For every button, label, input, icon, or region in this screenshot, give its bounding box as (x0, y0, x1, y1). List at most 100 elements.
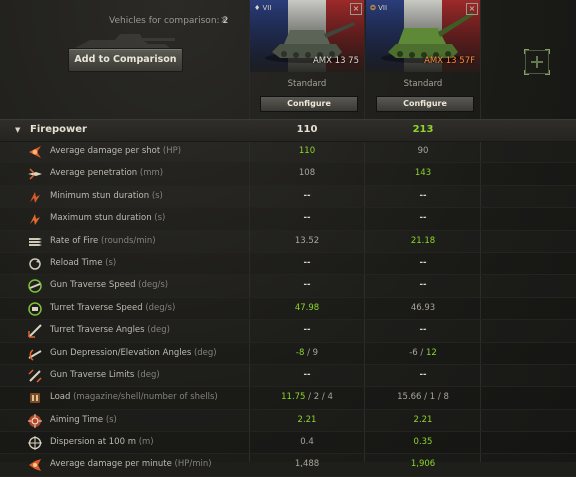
stat-name: Average damage per minute (50, 459, 175, 470)
stat-name: Dispersion at 100 m (50, 437, 139, 448)
stat-value: -- (303, 325, 311, 336)
configure-button[interactable]: Configure (260, 96, 358, 112)
stat-name: Turret Traverse Angles (50, 325, 148, 336)
vehicle-name: AMX 13 75 (312, 56, 359, 66)
stun-min-icon (30, 191, 40, 203)
rate-of-fire-icon (29, 237, 42, 246)
section-value: 110 (296, 124, 318, 135)
stat-unit: (deg) (193, 347, 217, 358)
stat-value: 90 (417, 146, 429, 156)
turret-traverse-icon (28, 301, 42, 316)
stat-value: -- (419, 280, 427, 291)
stat-label: Maximum stun duration (s) (50, 213, 165, 223)
turret-angles-icon (28, 324, 42, 338)
section-header-firepower[interactable]: ▼ Firepower 110 213 (0, 119, 576, 142)
configure-button[interactable]: Configure (376, 96, 474, 112)
penetration-icon (28, 168, 42, 180)
stat-value: -- (303, 213, 311, 224)
damage-icon (29, 146, 41, 158)
stat-name: Maximum stun duration (50, 213, 155, 224)
stat-unit: (m) (138, 437, 154, 448)
stat-value: -- (419, 325, 427, 336)
stat-unit: (s) (154, 213, 166, 224)
dpm-icon (29, 459, 41, 472)
stat-value: 11.75 / 2 / 4 (281, 392, 333, 403)
table-row: Gun Depression/Elevation Angles (deg) -8 … (0, 343, 576, 365)
stat-name: Rate of Fire (50, 235, 101, 246)
stat-label: Aiming Time (s) (50, 415, 117, 425)
stat-name: Load (50, 392, 74, 403)
table-row: Turret Traverse Angles (deg) -- -- (0, 320, 576, 343)
remove-vehicle-icon[interactable]: × (350, 3, 362, 15)
table-row: Gun Traverse Speed (deg/s) -- -- (0, 275, 576, 298)
section-value: 213 (412, 124, 434, 135)
stat-label: Load (magazine/shell/number of shells) (50, 392, 218, 402)
stat-value: -- (303, 190, 311, 201)
stat-label: Minimum stun duration (s) (50, 191, 163, 201)
stat-unit: (deg/s) (145, 302, 176, 313)
reload-icon (29, 258, 41, 270)
collapse-arrow-icon[interactable]: ▼ (15, 126, 20, 134)
aiming-time-icon (28, 413, 42, 428)
section-title: Firepower (30, 124, 87, 135)
stat-value: -8 / 9 (295, 347, 319, 358)
stat-value: 0.35 (413, 437, 433, 448)
stat-value: 13.52 (294, 235, 320, 246)
stun-max-icon (30, 214, 40, 226)
stats-table: Average damage per shot (HP) 110 90 Average… (0, 141, 576, 477)
table-row: Turret Traverse Speed (deg/s) 47.98 46.93 (0, 298, 576, 321)
table-row: Maximum stun duration (s) -- -- (0, 208, 576, 231)
stat-unit: (rounds/min) (100, 235, 156, 246)
stat-label: Average damage per minute (HP/min) (50, 459, 212, 469)
stat-label: Average penetration (mm) (50, 168, 163, 178)
stat-value: -- (303, 257, 311, 268)
stat-name: Turret Traverse Speed (50, 302, 146, 313)
load-icon (30, 393, 40, 404)
stat-unit: (HP/min) (174, 459, 212, 470)
table-row: Aiming Time (s) 2.21 2.21 (0, 410, 576, 433)
stat-unit: (deg) (147, 325, 170, 336)
stat-value: -- (419, 190, 427, 201)
comparison-header: Vehicles for comparison: 2 × Add to Compa… (0, 0, 576, 119)
stat-unit: (s) (151, 190, 163, 201)
add-vehicle-slot-button[interactable] (524, 49, 550, 75)
stat-unit: (s) (105, 414, 117, 425)
stat-value: -- (303, 280, 311, 291)
stat-value: 47.98 (294, 302, 320, 313)
stat-name: Gun Depression/Elevation Angles (50, 347, 194, 358)
stat-name: Average damage per shot (50, 146, 163, 156)
stat-name: Gun Traverse Speed (50, 280, 139, 291)
stat-value: -- (303, 369, 311, 380)
stat-value: 110 (298, 146, 316, 156)
stat-label: Gun Traverse Speed (deg/s) (50, 280, 168, 290)
tier-badge: ❂ VII (370, 4, 388, 12)
stat-label: Gun Traverse Limits (deg) (50, 370, 160, 380)
stat-label: Average damage per shot (HP) (50, 146, 181, 156)
stat-value: 2.21 (297, 414, 317, 425)
remove-vehicle-icon[interactable]: × (466, 3, 478, 15)
stat-value: -- (419, 369, 427, 380)
stat-value: -6 / 12 (409, 347, 437, 358)
stat-label: Turret Traverse Angles (deg) (50, 325, 170, 335)
vehicle-card-2: ❂ VII × AMX 13 57F Standard Configure (366, 0, 480, 119)
clear-comparison-icon[interactable]: × (220, 15, 228, 26)
stat-name: Minimum stun duration (50, 190, 152, 201)
gun-traverse-icon (28, 279, 42, 294)
table-row: Reload Time (s) -- -- (0, 253, 576, 276)
stat-value: 0.4 (300, 437, 314, 448)
stat-value: 108 (298, 168, 316, 179)
tier-badge: ♦ VII (254, 4, 272, 12)
stat-value: 15.66 / 1 / 8 (397, 392, 449, 403)
table-row: Load (magazine/shell/number of shells) 11… (0, 387, 576, 410)
add-to-comparison-button[interactable]: Add to Comparison (68, 48, 183, 72)
stat-label: Turret Traverse Speed (deg/s) (50, 303, 175, 313)
stat-value: -- (419, 213, 427, 224)
gun-limits-icon (28, 369, 42, 383)
gun-elevation-icon (28, 348, 42, 361)
stat-value: 1,488 (294, 459, 320, 470)
stat-unit: (deg/s) (138, 280, 169, 291)
stat-unit: (HP) (162, 146, 182, 156)
vehicle-card-1: ♦ VII × AMX 13 75 Standard Configure (250, 0, 364, 119)
dispersion-icon (28, 436, 42, 451)
table-row: Rate of Fire (rounds/min) 13.52 21.18 (0, 231, 576, 253)
